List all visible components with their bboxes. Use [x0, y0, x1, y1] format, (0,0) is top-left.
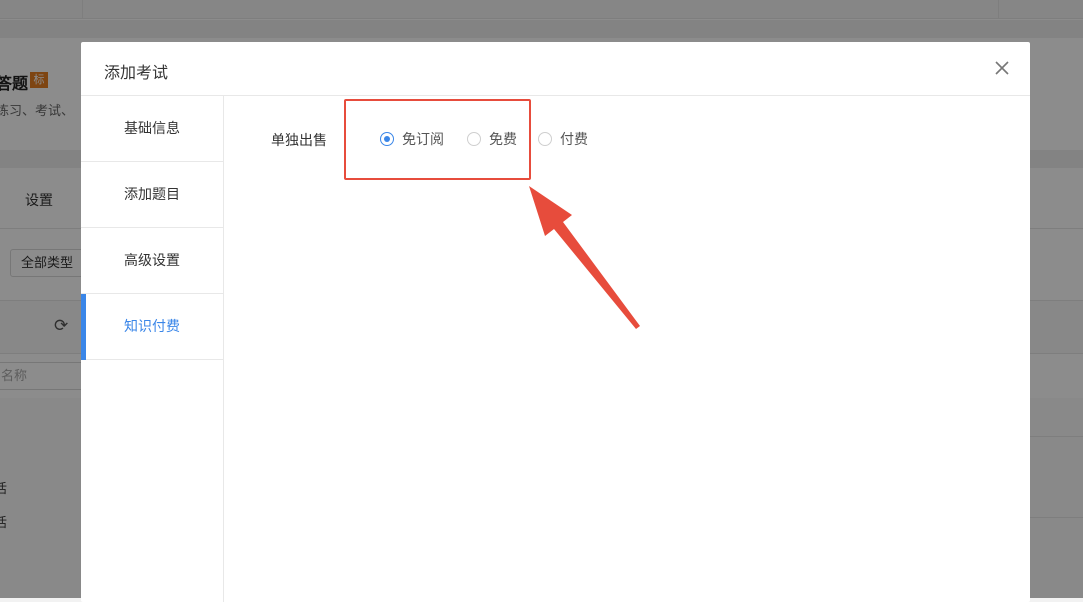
sidebar-item-knowledge-payment[interactable]: 知识付费	[81, 294, 223, 360]
sell-separately-label: 单独出售	[271, 133, 327, 149]
radio-dot[interactable]	[538, 132, 552, 146]
annotation-arrow-icon	[529, 186, 640, 329]
close-icon[interactable]	[993, 59, 1011, 77]
sidebar-item-label: 知识付费	[124, 319, 180, 335]
sidebar-item-label: 添加题目	[124, 187, 180, 203]
dialog-header: 添加考试	[81, 42, 1030, 96]
radio-paid[interactable]: 付费	[538, 129, 588, 149]
dialog-sidebar: 基础信息 添加题目 高级设置 知识付费	[81, 96, 224, 602]
dialog-title: 添加考试	[104, 63, 169, 82]
sidebar-item-label: 高级设置	[124, 253, 180, 269]
sidebar-item-label: 基础信息	[124, 121, 180, 137]
sidebar-item-advanced-settings[interactable]: 高级设置	[81, 228, 223, 294]
radio-label: 付费	[560, 132, 588, 148]
sidebar-item-add-questions[interactable]: 添加题目	[81, 162, 223, 228]
annotation-highlight-box	[344, 99, 531, 180]
sidebar-item-basic-info[interactable]: 基础信息	[81, 96, 223, 162]
